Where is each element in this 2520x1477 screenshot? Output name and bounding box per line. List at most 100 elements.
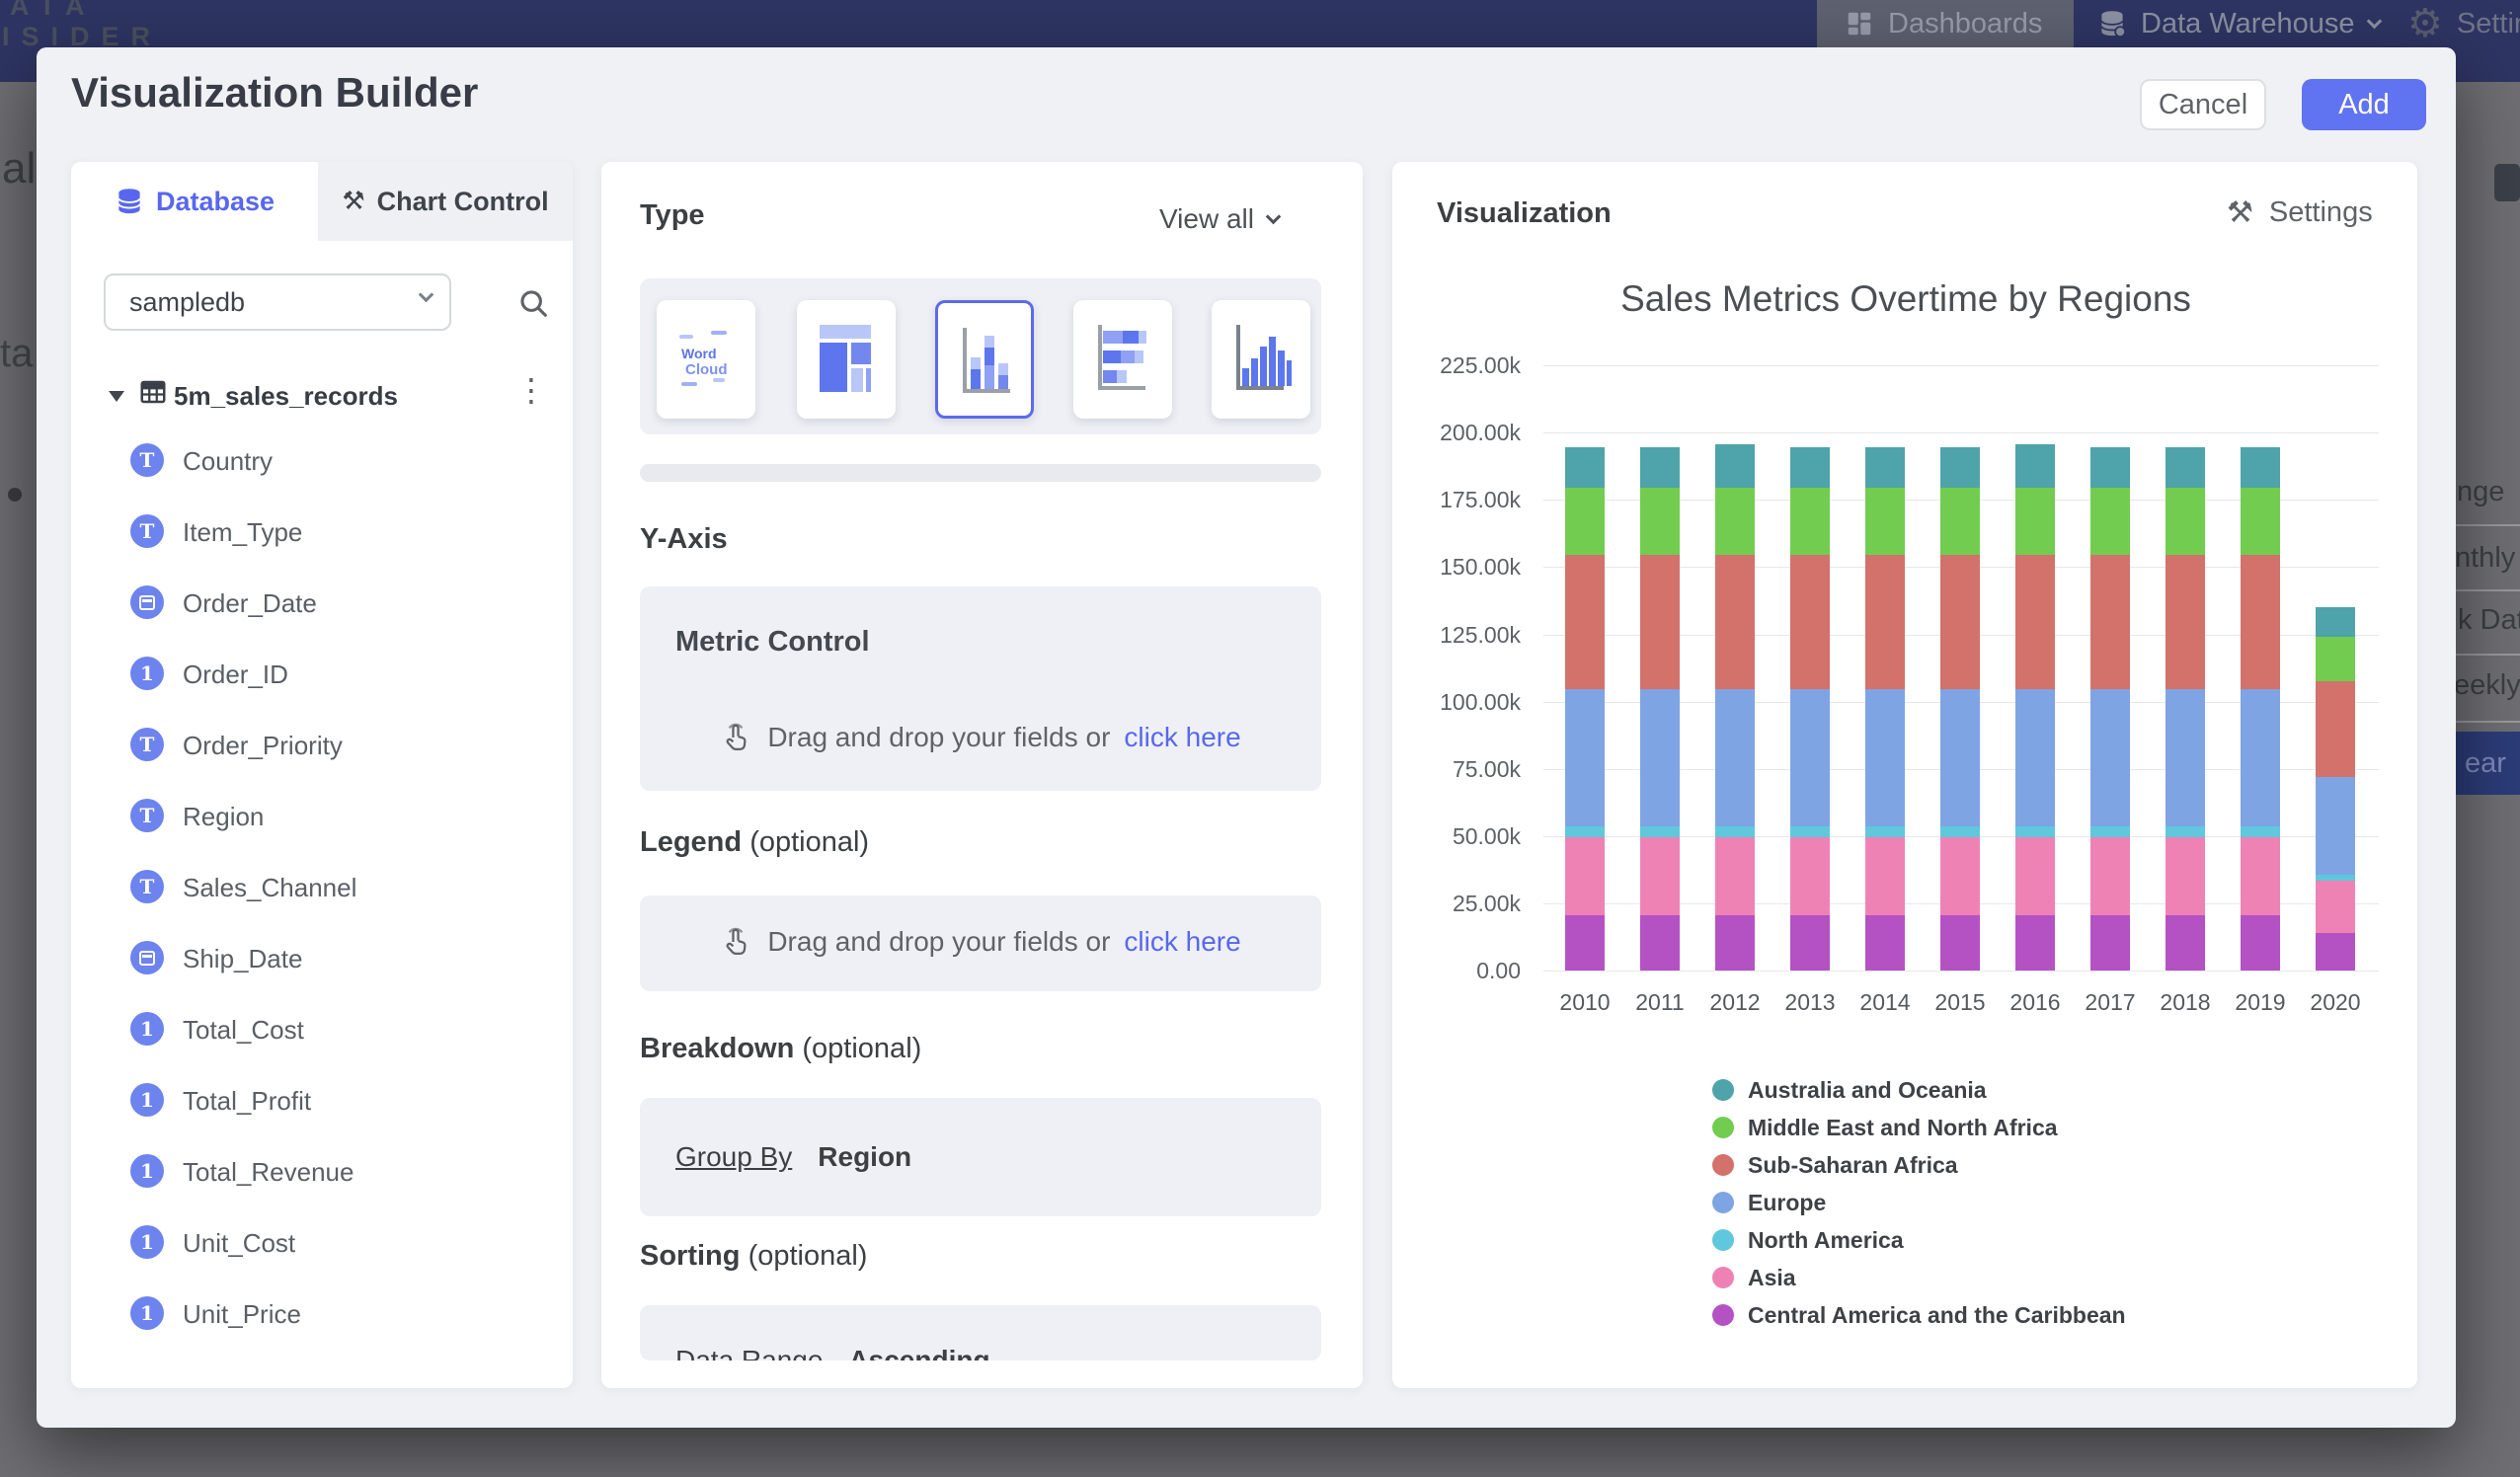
field-item-unit_cost[interactable]: 1Unit_Cost: [71, 1223, 573, 1263]
field-item-total_cost[interactable]: 1Total_Cost: [71, 1010, 573, 1049]
number-field-icon: 1: [130, 1225, 164, 1259]
x-axis-label: 2013: [1771, 989, 1850, 1016]
database-select[interactable]: sampledb: [104, 273, 451, 331]
legend-dot: [1712, 1304, 1734, 1326]
legend-item[interactable]: Central America and the Caribbean: [1712, 1300, 2126, 1330]
background-menu-item: k Date: [2458, 604, 2520, 637]
tab-chart-control-label: Chart Control: [377, 187, 549, 217]
legend-label: Asia: [1748, 1265, 1796, 1291]
group-by-label[interactable]: Group By: [675, 1141, 792, 1173]
divider: [2456, 721, 2520, 723]
number-field-icon: 1: [130, 657, 164, 690]
search-icon[interactable]: [517, 287, 551, 321]
field-item-order_priority[interactable]: TOrder_Priority: [71, 726, 573, 765]
y-tick-label: 175.00k: [1392, 487, 1521, 513]
collapse-triangle-icon[interactable]: [109, 391, 124, 402]
stacked-column-icon: [955, 320, 1018, 403]
field-item-total_profit[interactable]: 1Total_Profit: [71, 1081, 573, 1121]
nav-data-warehouse[interactable]: Data Warehouse: [2097, 0, 2380, 47]
nav-settings[interactable]: ⚙ Settings: [2407, 0, 2520, 47]
y-tick-label: 100.00k: [1392, 689, 1521, 716]
view-all-button[interactable]: View all: [1159, 203, 1279, 235]
click-here-link[interactable]: click here: [1124, 722, 1240, 753]
settings-button[interactable]: ⚒ Settings: [2227, 195, 2373, 230]
field-label: Order_ID: [183, 660, 288, 690]
kebab-menu-icon[interactable]: ⋮: [515, 371, 547, 409]
bar-segment: [2316, 881, 2355, 933]
field-label: Total_Cost: [183, 1015, 304, 1046]
grid-line: [1543, 365, 2379, 366]
legend-item[interactable]: Middle East and North Africa: [1712, 1113, 2058, 1142]
click-here-link[interactable]: click here: [1124, 926, 1240, 958]
legend-label: Australia and Oceania: [1748, 1077, 1987, 1104]
field-item-region[interactable]: TRegion: [71, 797, 573, 836]
bar-segment: [1565, 826, 1605, 837]
bar-segment: [2015, 689, 2055, 826]
chevron-down-icon: [2366, 13, 2382, 29]
metric-control-dropzone[interactable]: Metric Control Drag and drop your fields…: [640, 586, 1321, 791]
y-tick-label: 25.00k: [1392, 891, 1521, 917]
tab-database-label: Database: [156, 187, 275, 217]
field-item-order_id[interactable]: 1 Order_ID: [71, 655, 573, 694]
legend-item[interactable]: Europe: [1712, 1188, 1826, 1217]
add-button[interactable]: Add: [2302, 79, 2426, 130]
legend-dropzone[interactable]: Drag and drop your fields or click here: [640, 895, 1321, 991]
bar-segment: [1565, 689, 1605, 826]
chart-type-column[interactable]: [1212, 300, 1310, 419]
legend-item[interactable]: Asia: [1712, 1263, 1796, 1292]
y-tick-label: 150.00k: [1392, 554, 1521, 581]
sorting-row[interactable]: Data Range Ascending: [640, 1305, 1321, 1360]
nav-dashboards[interactable]: Dashboards: [1817, 0, 2074, 47]
legend-label: Central America and the Caribbean: [1748, 1302, 2126, 1329]
cancel-button[interactable]: Cancel: [2140, 79, 2266, 130]
bar-segment: [2241, 915, 2280, 971]
bar-segment: [1790, 689, 1830, 826]
chart-type-word-cloud[interactable]: Word Cloud: [657, 300, 755, 419]
field-label: Order_Date: [183, 588, 317, 619]
x-axis-label: 2018: [2146, 989, 2225, 1016]
field-item-unit_price[interactable]: 1Unit_Price: [71, 1294, 573, 1334]
bar-segment: [2090, 488, 2130, 555]
bar-segment: [1790, 447, 1830, 488]
field-item-sales_channel[interactable]: TSales_Channel: [71, 868, 573, 907]
bar-segment: [1640, 447, 1680, 488]
bar-segment: [2090, 915, 2130, 971]
tools-icon: ⚒: [2227, 195, 2253, 230]
bar-segment: [2316, 607, 2355, 637]
bar-segment: [1865, 689, 1905, 826]
field-label: Ship_Date: [183, 944, 302, 974]
chart-type-treemap[interactable]: [797, 300, 896, 419]
field-item-order_date[interactable]: Order_Date: [71, 583, 573, 623]
divider: [2456, 654, 2520, 656]
database-select-value: sampledb: [129, 287, 245, 317]
table-name[interactable]: 5m_sales_records: [174, 381, 398, 412]
chart-type-stacked-column-selected[interactable]: [935, 300, 1034, 419]
horizontal-scrollbar[interactable]: [640, 464, 1321, 482]
legend-item[interactable]: Sub-Saharan Africa: [1712, 1150, 1958, 1180]
group-by-value[interactable]: Region: [818, 1141, 911, 1173]
tab-chart-control[interactable]: ⚒ Chart Control: [318, 162, 573, 241]
sorting-heading: Sorting (optional): [640, 1240, 867, 1273]
tab-database[interactable]: Database: [71, 162, 318, 241]
bar-segment: [1790, 915, 1830, 971]
bar-segment: [1865, 826, 1905, 837]
field-item-total_revenue[interactable]: 1Total_Revenue: [71, 1152, 573, 1192]
chevron-down-icon: [1266, 208, 1282, 224]
field-item-item_type[interactable]: TItem_Type: [71, 512, 573, 552]
legend-item[interactable]: Australia and Oceania: [1712, 1075, 1987, 1105]
visualization-builder-modal: Visualization Builder Cancel Add Databas…: [37, 47, 2456, 1428]
bar-segment: [1715, 689, 1755, 826]
database-icon: [115, 187, 144, 216]
bar-segment: [2316, 933, 2355, 971]
field-label: Total_Profit: [183, 1086, 311, 1117]
chart-type-stacked-bar[interactable]: [1073, 300, 1172, 419]
breakdown-groupby-row[interactable]: Group By Region: [640, 1098, 1321, 1216]
bar-segment: [1865, 915, 1905, 971]
bar-segment: [2166, 915, 2205, 971]
field-item-ship_date[interactable]: Ship_Date: [71, 939, 573, 978]
field-item-country[interactable]: TCountry: [71, 441, 573, 481]
date-field-icon: [130, 585, 164, 619]
legend-item[interactable]: North America: [1712, 1225, 1904, 1255]
bar-segment: [1715, 555, 1755, 689]
x-axis-label: 2016: [1996, 989, 2075, 1016]
